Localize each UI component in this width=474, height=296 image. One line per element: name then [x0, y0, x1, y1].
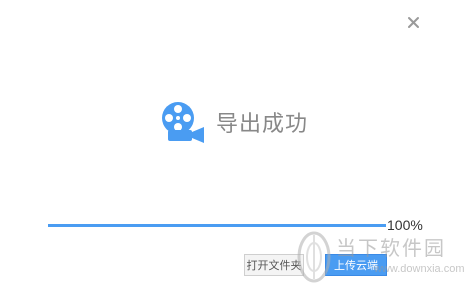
export-success-dialog: 导出成功 100% 打开文件夹 上传云端 当下软件园 www.downxia.c… — [0, 0, 474, 296]
progress-fill — [48, 224, 386, 227]
status-row: 导出成功 — [160, 100, 308, 144]
close-button[interactable] — [405, 14, 423, 32]
open-folder-button[interactable]: 打开文件夹 — [244, 254, 304, 276]
progress-percent: 100% — [387, 217, 423, 233]
video-camera-icon — [162, 102, 204, 143]
status-text: 导出成功 — [216, 112, 309, 137]
watermark-url: www.downxia.com — [374, 263, 465, 275]
close-icon — [408, 17, 419, 28]
upload-cloud-button[interactable]: 上传云端 — [325, 254, 387, 276]
progress-bar — [48, 224, 386, 227]
